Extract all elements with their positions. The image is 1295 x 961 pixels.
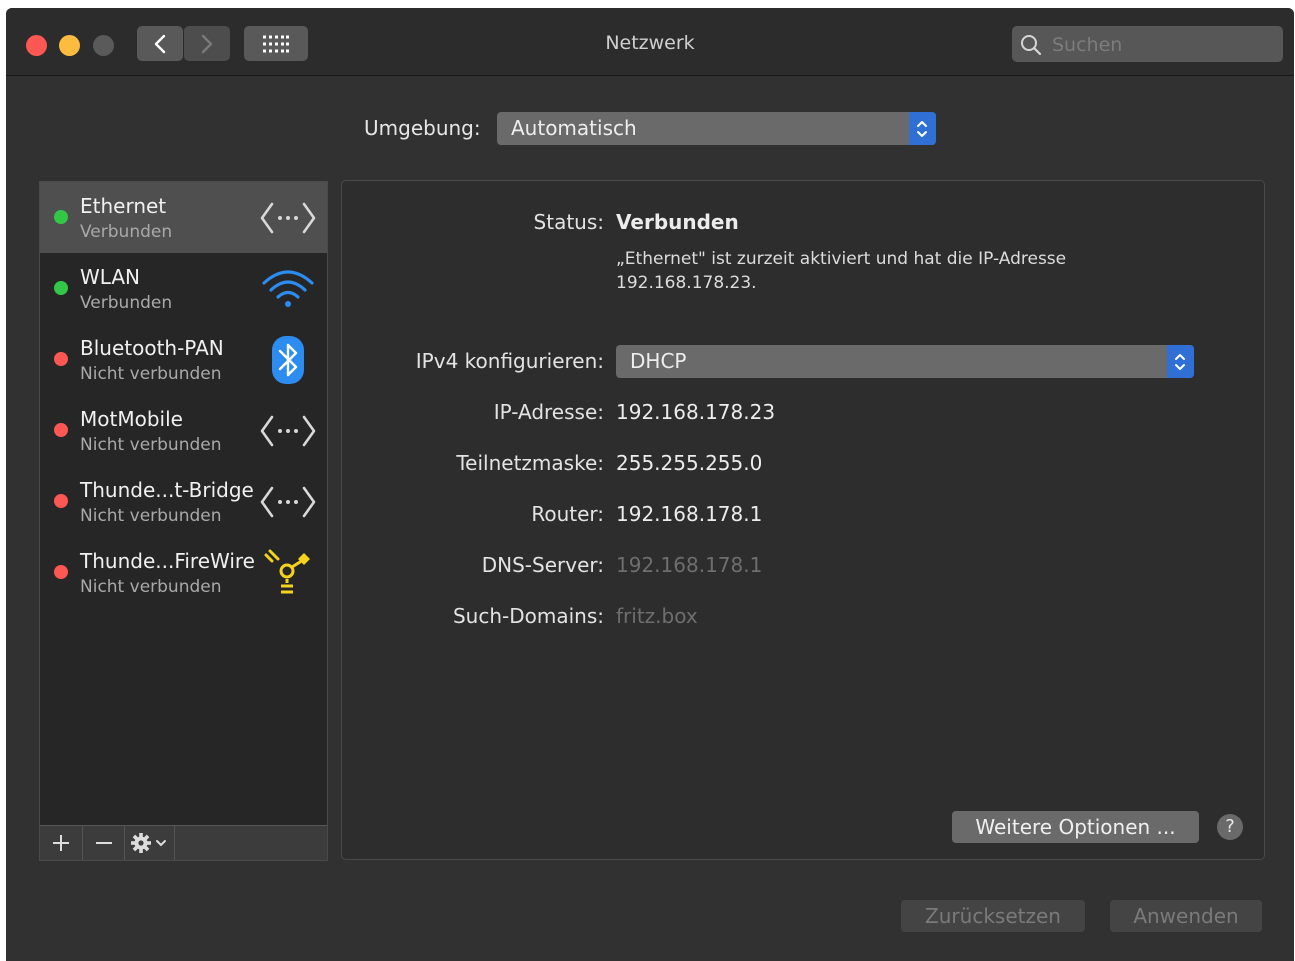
minus-icon: [95, 842, 112, 844]
ipv4-config-value: DHCP: [630, 349, 687, 373]
ipv4-config-select[interactable]: DHCP: [616, 345, 1194, 378]
ethernet-icon: [260, 415, 316, 447]
status-dot: [54, 210, 68, 224]
search-field[interactable]: [1012, 26, 1283, 62]
environment-label: Umgebung:: [364, 116, 481, 140]
service-name: Ethernet: [80, 194, 167, 218]
wifi-icon: [262, 270, 314, 307]
ipv4-config-label: IPv4 konfigurieren:: [415, 349, 604, 373]
service-status: Verbunden: [80, 293, 173, 313]
revert-button[interactable]: Zurücksetzen: [901, 900, 1085, 932]
service-list: Ethernet Verbunden WLAN Verbunden Blueto…: [39, 181, 328, 861]
service-item-motmobile[interactable]: MotMobile Nicht verbunden: [40, 395, 327, 466]
service-name: MotMobile: [80, 407, 183, 431]
dns-server-value[interactable]: 192.168.178.1: [616, 553, 762, 577]
add-service-button[interactable]: [40, 826, 83, 860]
search-domains-label: Such-Domains:: [452, 604, 604, 628]
status-dot: [54, 423, 68, 437]
service-item-ethernet[interactable]: Ethernet Verbunden: [40, 182, 327, 253]
router-value: 192.168.178.1: [616, 502, 763, 526]
status-dot: [54, 352, 68, 366]
service-name: Thunde...t-Bridge: [80, 478, 254, 502]
service-status: Nicht verbunden: [80, 577, 222, 597]
select-arrows-icon: [1167, 345, 1194, 378]
service-status: Verbunden: [80, 222, 173, 242]
status-dot: [54, 565, 68, 579]
service-item-thunderbolt-firewire[interactable]: Thunde...FireWire Nicht verbunden: [40, 537, 327, 608]
select-arrows-icon: [909, 112, 936, 145]
status-description: „Ethernet" ist zurzeit aktiviert und hat…: [616, 249, 1067, 293]
remove-service-button[interactable]: [83, 826, 125, 860]
status-dot: [54, 494, 68, 508]
service-status: Nicht verbunden: [80, 506, 222, 526]
help-button[interactable]: ?: [1217, 814, 1243, 840]
ip-address-value: 192.168.178.23: [616, 400, 776, 424]
status-value: Verbunden: [616, 210, 739, 234]
service-list-toolbar: [40, 825, 327, 860]
apply-button[interactable]: Anwenden: [1110, 900, 1262, 932]
ip-address-label: IP-Adresse:: [493, 400, 604, 424]
dns-server-label: DNS-Server:: [481, 553, 604, 577]
service-item-bluetooth-pan[interactable]: Bluetooth-PAN Nicht verbunden: [40, 324, 327, 395]
service-status: Nicht verbunden: [80, 435, 222, 455]
search-icon: [1021, 35, 1042, 56]
service-status: Nicht verbunden: [80, 364, 222, 384]
subnet-mask-value: 255.255.255.0: [616, 451, 763, 475]
service-item-wlan[interactable]: WLAN Verbunden: [40, 253, 327, 324]
search-input[interactable]: [1050, 32, 1274, 58]
service-name: Thunde...FireWire: [80, 549, 255, 573]
service-detail-panel: Status: Verbunden „Ethernet" ist zurzeit…: [341, 180, 1265, 860]
bluetooth-icon: [272, 336, 304, 384]
status-dot: [54, 281, 68, 295]
search-domains-value[interactable]: fritz.box: [616, 604, 698, 628]
service-name: Bluetooth-PAN: [80, 336, 224, 360]
firewire-icon: [264, 549, 310, 594]
environment-value: Automatisch: [511, 116, 637, 140]
status-label: Status:: [533, 210, 604, 234]
advanced-options-button[interactable]: Weitere Optionen ...: [952, 811, 1199, 843]
title-bar: Netzwerk: [6, 8, 1294, 76]
environment-select[interactable]: Automatisch: [497, 112, 936, 145]
ethernet-icon: [260, 202, 316, 234]
service-item-thunderbolt-bridge[interactable]: Thunde...t-Bridge Nicht verbunden: [40, 466, 327, 537]
ethernet-icon: [260, 486, 316, 518]
gear-icon: [130, 833, 166, 853]
router-label: Router:: [531, 502, 604, 526]
subnet-mask-label: Teilnetzmaske:: [456, 451, 604, 475]
network-preferences-window: Netzwerk Umgebung: Automatisch Ethernet …: [6, 8, 1294, 961]
plus-icon: [53, 835, 69, 851]
service-actions-button[interactable]: [125, 826, 175, 860]
service-name: WLAN: [80, 265, 141, 289]
